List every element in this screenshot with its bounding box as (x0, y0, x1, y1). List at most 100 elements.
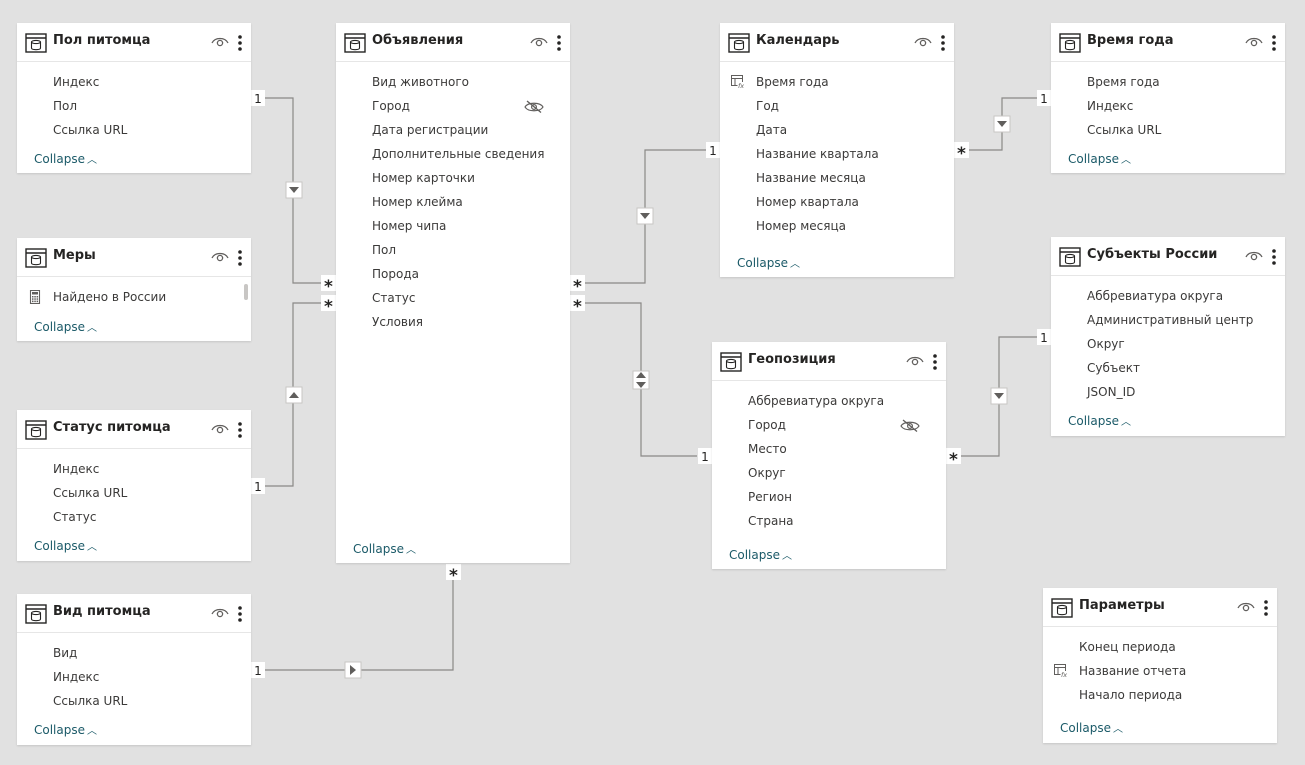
card-header[interactable]: Параметры (1043, 588, 1277, 627)
eye-icon[interactable] (211, 35, 229, 49)
table-card-vid-pitomca[interactable]: Вид питомца Вид Индекс Ссылка URL Collap… (17, 594, 251, 745)
collapse-button[interactable]: Collapse ︿ (34, 151, 97, 166)
field-item[interactable]: Название квартала (720, 142, 954, 166)
field-item[interactable]: Условия (336, 310, 570, 334)
field-item[interactable]: Город (336, 94, 570, 118)
field-item[interactable]: Субъект (1051, 356, 1285, 380)
field-item[interactable]: Индекс (17, 457, 251, 481)
eye-icon[interactable] (1245, 35, 1263, 49)
chevron-up-icon: ︿ (790, 259, 800, 270)
field-item[interactable]: Пол (17, 94, 251, 118)
field-item[interactable]: Статус (336, 286, 570, 310)
field-item[interactable]: Индекс (17, 70, 251, 94)
field-item[interactable]: Дата (720, 118, 954, 142)
field-item[interactable]: Порода (336, 262, 570, 286)
field-item[interactable]: Аббревиатура округа (712, 389, 946, 413)
more-options-icon[interactable] (237, 421, 243, 439)
field-item[interactable]: Статус (17, 505, 251, 529)
relationship-line-vid-objavleniya[interactable] (265, 579, 454, 671)
more-options-icon[interactable] (1271, 34, 1277, 52)
eye-icon[interactable] (211, 250, 229, 264)
card-header[interactable]: Меры (17, 238, 251, 277)
svg-text:*: * (449, 566, 458, 586)
collapse-button[interactable]: Collapse ︿ (1060, 720, 1123, 735)
field-item[interactable]: Страна (712, 509, 946, 533)
field-item[interactable]: Номер месяца (720, 214, 954, 238)
eye-icon[interactable] (530, 35, 548, 49)
collapse-button[interactable]: Collapse ︿ (737, 255, 800, 270)
more-options-icon[interactable] (237, 249, 243, 267)
field-item[interactable]: Ссылка URL (17, 481, 251, 505)
eye-icon[interactable] (211, 606, 229, 620)
field-item[interactable]: Ссылка URL (1051, 118, 1285, 142)
field-item[interactable]: Дополнительные сведения (336, 142, 570, 166)
field-item[interactable]: Индекс (17, 665, 251, 689)
field-item[interactable]: Номер клейма (336, 190, 570, 214)
eye-icon[interactable] (211, 422, 229, 436)
collapse-button[interactable]: Collapse ︿ (1068, 151, 1131, 166)
field-item[interactable]: Ссылка URL (17, 118, 251, 142)
field-item[interactable]: Дата регистрации (336, 118, 570, 142)
field-item[interactable]: JSON_ID (1051, 380, 1285, 404)
card-header[interactable]: Геопозиция (712, 342, 946, 381)
field-item[interactable]: Пол (336, 238, 570, 262)
field-item[interactable]: Регион (712, 485, 946, 509)
collapse-button[interactable]: Collapse ︿ (34, 319, 97, 334)
field-item[interactable]: Округ (712, 461, 946, 485)
table-card-vremya-goda[interactable]: Время года Время года Индекс Ссылка URL … (1051, 23, 1285, 173)
collapse-button[interactable]: Collapse ︿ (34, 538, 97, 553)
field-item[interactable]: Административный центр (1051, 308, 1285, 332)
more-options-icon[interactable] (1263, 599, 1269, 617)
more-options-icon[interactable] (237, 34, 243, 52)
eye-icon[interactable] (914, 35, 932, 49)
more-options-icon[interactable] (1271, 248, 1277, 266)
field-item[interactable]: Город (712, 413, 946, 437)
field-item[interactable]: Год (720, 94, 954, 118)
field-item[interactable]: Время года (1051, 70, 1285, 94)
field-item[interactable]: Начало периода (1043, 683, 1277, 707)
more-options-icon[interactable] (932, 353, 938, 371)
collapse-button[interactable]: Collapse ︿ (729, 547, 792, 562)
eye-icon[interactable] (1245, 249, 1263, 263)
field-item[interactable]: Место (712, 437, 946, 461)
field-item[interactable]: Название отчета (1043, 659, 1277, 683)
collapse-button[interactable]: Collapse ︿ (353, 541, 416, 556)
field-item[interactable]: Номер чипа (336, 214, 570, 238)
table-card-pol-pitomca[interactable]: Пол питомца Индекс Пол Ссылка URL Collap… (17, 23, 251, 173)
scrollbar[interactable] (244, 284, 248, 300)
field-item[interactable]: Ссылка URL (17, 689, 251, 713)
card-header[interactable]: Объявления (336, 23, 570, 62)
svg-text:1: 1 (254, 480, 262, 494)
field-item[interactable]: Конец периода (1043, 635, 1277, 659)
table-card-status-pitomca[interactable]: Статус питомца Индекс Ссылка URL Статус … (17, 410, 251, 561)
more-options-icon[interactable] (940, 34, 946, 52)
field-item[interactable]: Найдено в России (17, 285, 251, 309)
card-header[interactable]: Субъекты России (1051, 237, 1285, 276)
table-card-mery[interactable]: Меры Найдено в России Collapse ︿ (17, 238, 251, 341)
table-card-parametry[interactable]: Параметры Конец периода Название отчета … (1043, 588, 1277, 743)
field-item[interactable]: Вид животного (336, 70, 570, 94)
field-item[interactable]: Время года (720, 70, 954, 94)
more-options-icon[interactable] (556, 34, 562, 52)
table-card-geopoziciya[interactable]: Геопозиция Аббревиатура округа Город Мес… (712, 342, 946, 569)
card-header[interactable]: Время года (1051, 23, 1285, 62)
card-header[interactable]: Пол питомца (17, 23, 251, 62)
collapse-button[interactable]: Collapse ︿ (34, 722, 97, 737)
collapse-button[interactable]: Collapse ︿ (1068, 413, 1131, 428)
eye-icon[interactable] (906, 354, 924, 368)
field-item[interactable]: Индекс (1051, 94, 1285, 118)
field-item[interactable]: Аббревиатура округа (1051, 284, 1285, 308)
field-item[interactable]: Название месяца (720, 166, 954, 190)
card-header[interactable]: Статус питомца (17, 410, 251, 449)
field-item[interactable]: Округ (1051, 332, 1285, 356)
more-options-icon[interactable] (237, 605, 243, 623)
field-item[interactable]: Вид (17, 641, 251, 665)
eye-icon[interactable] (1237, 600, 1255, 614)
card-header[interactable]: Календарь (720, 23, 954, 62)
table-card-kalendar[interactable]: Календарь Время года Год Дата Название к… (720, 23, 954, 277)
field-item[interactable]: Номер квартала (720, 190, 954, 214)
table-card-objavleniya[interactable]: Объявления Вид животного Город Дата реги… (336, 23, 570, 563)
field-item[interactable]: Номер карточки (336, 166, 570, 190)
card-header[interactable]: Вид питомца (17, 594, 251, 633)
table-card-subekty-rossii[interactable]: Субъекты России Аббревиатура округа Адми… (1051, 237, 1285, 436)
